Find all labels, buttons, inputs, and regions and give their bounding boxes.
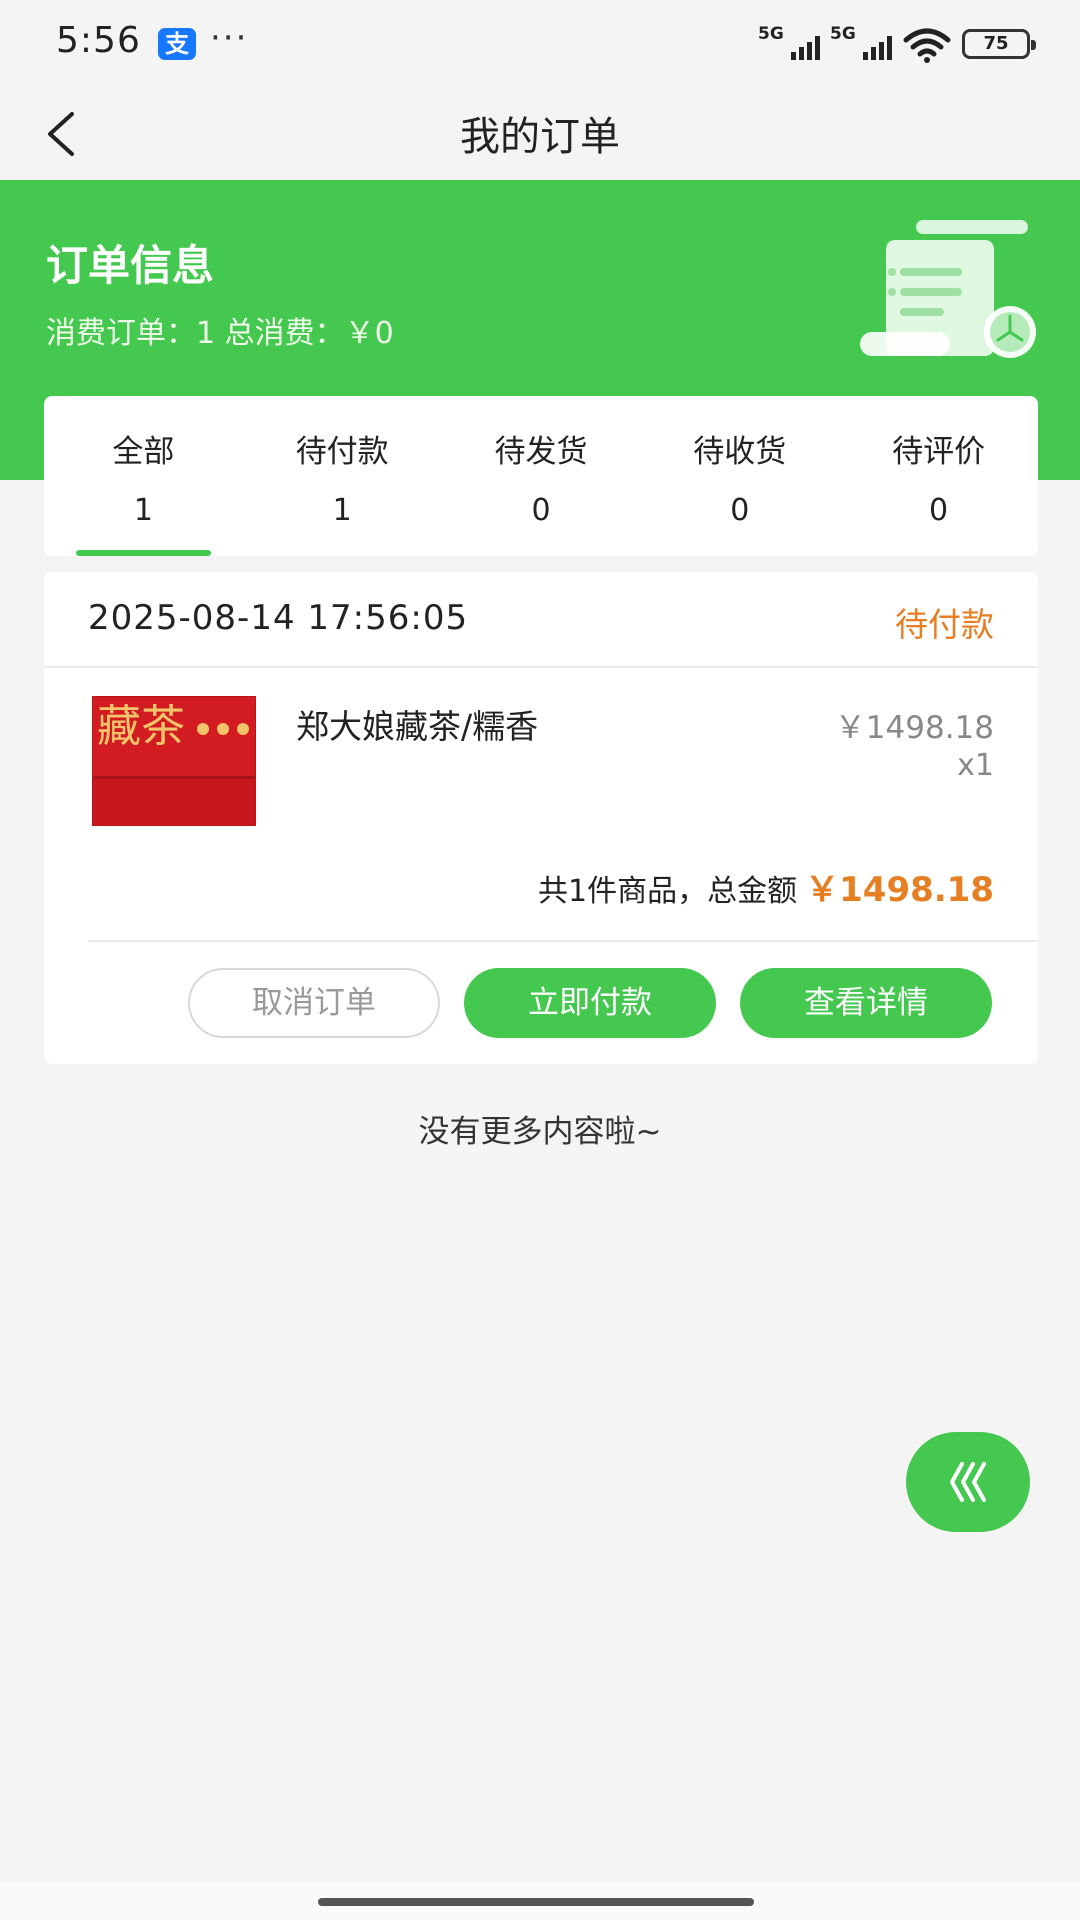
wifi-icon (903, 28, 951, 63)
product-thumbnail-text: 藏茶 (97, 701, 185, 752)
tab-count: 1 (332, 493, 352, 528)
order-card[interactable]: 2025-08-14 17:56:05 待付款 藏茶 郑大娘藏茶/糯香 ￥149… (44, 572, 1038, 1064)
no-more-content-text: 没有更多内容啦~ (418, 1114, 662, 1150)
more-notifications-icon: ··· (210, 18, 249, 58)
tab-count: 0 (730, 493, 750, 528)
order-summary-label: 共1件商品，总金额 (538, 874, 798, 909)
active-tab-indicator (76, 550, 211, 556)
tab-pending-receipt[interactable]: 待收货 0 (640, 396, 839, 556)
order-info-summary: 消费订单：1 总消费：￥0 (46, 316, 394, 351)
page-title: 我的订单 (460, 114, 620, 160)
tab-count: 0 (929, 493, 949, 528)
product-quantity: x1 (957, 748, 994, 783)
order-info-title: 订单信息 (46, 241, 215, 290)
cancel-order-button[interactable]: 取消订单 (188, 968, 440, 1038)
tab-pending-shipment[interactable]: 待发货 0 (442, 396, 641, 556)
tab-count: 1 (133, 493, 153, 528)
tab-pending-review[interactable]: 待评价 0 (839, 396, 1038, 556)
alipay-icon: 支 (158, 28, 196, 60)
order-datetime: 2025-08-14 17:56:05 (88, 598, 469, 638)
home-indicator[interactable] (318, 1898, 754, 1906)
divider (88, 940, 1038, 942)
product-name: 郑大娘藏茶/糯香 (296, 707, 539, 746)
status-time: 5:56 (56, 20, 141, 61)
status-bar: 5:56 支 ··· 5G 5G 75 (0, 0, 1080, 88)
tab-pending-payment[interactable]: 待付款 1 (243, 396, 442, 556)
receipt-illustration-icon (860, 220, 1036, 358)
pay-now-button[interactable]: 立即付款 (464, 968, 716, 1038)
triple-chevron-left-icon (950, 1462, 986, 1502)
floating-back-button[interactable] (906, 1432, 1030, 1532)
cellular-signal-icon: 5G (758, 24, 820, 64)
tab-all[interactable]: 全部 1 (44, 396, 243, 556)
status-indicators: 5G 5G 75 (758, 24, 1036, 64)
product-price: ￥1498.18 (834, 710, 994, 746)
order-header: 2025-08-14 17:56:05 待付款 (44, 572, 1038, 668)
order-summary: 共1件商品，总金额 ￥1498.18 (538, 862, 994, 911)
nav-bar: 我的订单 (0, 88, 1080, 180)
order-status-badge: 待付款 (895, 605, 994, 644)
cellular-signal-icon: 5G (830, 24, 892, 64)
battery-icon: 75 (962, 29, 1036, 59)
order-status-tabs: 全部 1 待付款 1 待发货 0 待收货 0 待评价 0 (44, 396, 1038, 556)
product-thumbnail[interactable]: 藏茶 (92, 696, 256, 826)
tab-label: 待发货 (494, 434, 588, 470)
tab-count: 0 (531, 493, 551, 528)
tab-label: 待收货 (693, 434, 787, 470)
tab-label: 全部 (112, 434, 175, 470)
view-details-button[interactable]: 查看详情 (740, 968, 992, 1038)
tab-label: 待评价 (892, 434, 986, 470)
tab-label: 待付款 (295, 434, 389, 470)
order-total: ￥1498.18 (805, 870, 994, 910)
